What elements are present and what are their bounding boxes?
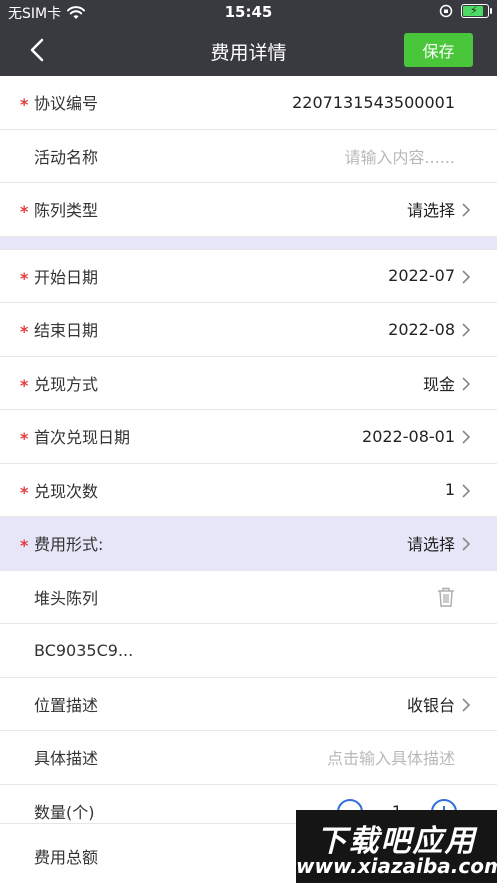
first-redeem-date-value: 2022-08-01 xyxy=(362,426,455,446)
save-button[interactable]: 保存 xyxy=(404,33,473,67)
display-code-row: BC9035C9... xyxy=(0,624,497,678)
detail-label: 具体描述 xyxy=(34,749,99,769)
chevron-right-icon xyxy=(462,269,471,284)
redeem-count-row[interactable]: * 兑现次数 1 xyxy=(0,463,497,517)
start-date-value: 2022-07 xyxy=(388,266,455,286)
chevron-right-icon xyxy=(462,203,471,217)
required-mark: * xyxy=(20,322,29,341)
required-mark: * xyxy=(20,202,29,221)
fee-form-row[interactable]: * 费用形式: 请选择 xyxy=(0,517,497,571)
redeem-count-label: 兑现次数 xyxy=(34,481,99,501)
location-row[interactable]: 位置描述 收银台 xyxy=(0,677,497,731)
quantity-label: 数量(个) xyxy=(34,802,95,822)
required-mark: * xyxy=(20,375,29,395)
section-divider xyxy=(0,236,497,250)
trash-icon[interactable] xyxy=(435,585,457,609)
watermark-logo: 下载吧应用 www.xiazaiba.com xyxy=(296,810,497,883)
watermark-url: www.xiazaiba.com xyxy=(296,854,497,878)
end-date-row[interactable]: * 结束日期 2022-08 xyxy=(0,303,497,357)
redeem-count-value: 1 xyxy=(444,480,455,500)
start-date-row[interactable]: * 开始日期 2022-07 xyxy=(0,249,497,303)
chevron-right-icon xyxy=(462,376,471,391)
status-bar: 无SIM卡 15:45 ⚡ xyxy=(0,0,497,24)
display-item-row: 堆头陈列 xyxy=(0,570,497,624)
detail-row[interactable]: 具体描述 点击输入具体描述 xyxy=(0,731,497,785)
required-mark: * xyxy=(20,429,29,448)
start-date-label: 开始日期 xyxy=(34,267,99,287)
agreement-number-row: * 协议编号 2207131543500001 xyxy=(0,76,497,130)
orientation-lock-icon xyxy=(439,4,453,18)
display-type-label: 陈列类型 xyxy=(34,201,99,221)
detail-input[interactable]: 点击输入具体描述 xyxy=(327,745,455,769)
required-mark: * xyxy=(20,268,29,288)
activity-name-input[interactable]: 请输入内容...... xyxy=(344,144,455,168)
required-mark: * xyxy=(20,536,29,555)
activity-name-label: 活动名称 xyxy=(34,147,99,167)
agreement-number-value: 2207131543500001 xyxy=(292,92,455,112)
status-time: 15:45 xyxy=(224,3,273,21)
required-mark: * xyxy=(20,482,29,502)
chevron-right-icon xyxy=(462,430,471,444)
display-type-row[interactable]: * 陈列类型 请选择 xyxy=(0,183,497,237)
chevron-right-icon xyxy=(462,537,471,551)
status-right: ⚡ xyxy=(439,4,492,18)
nav-bar: 费用详情 保存 xyxy=(0,24,497,76)
end-date-label: 结束日期 xyxy=(34,321,99,341)
total-label: 费用总额 xyxy=(34,848,99,867)
chevron-right-icon xyxy=(462,323,471,337)
redeem-method-value: 现金 xyxy=(422,374,455,394)
end-date-value: 2022-08 xyxy=(388,319,455,339)
battery-icon: ⚡ xyxy=(461,4,492,18)
display-item-label: 堆头陈列 xyxy=(34,588,99,608)
display-type-value: 请选择 xyxy=(406,201,455,221)
first-redeem-date-row[interactable]: * 首次兑现日期 2022-08-01 xyxy=(0,410,497,464)
location-label: 位置描述 xyxy=(34,695,99,715)
redeem-method-row[interactable]: * 兑现方式 现金 xyxy=(0,356,497,410)
redeem-method-label: 兑现方式 xyxy=(34,374,99,394)
required-mark: * xyxy=(20,95,29,114)
display-code-value: BC9035C9... xyxy=(34,640,134,660)
fee-form-label: 费用形式: xyxy=(34,535,104,555)
location-value: 收银台 xyxy=(406,695,455,715)
first-redeem-date-label: 首次兑现日期 xyxy=(34,428,131,448)
activity-name-row[interactable]: 活动名称 请输入内容...... xyxy=(0,129,497,183)
form-list: * 协议编号 2207131543500001 活动名称 请输入内容......… xyxy=(0,76,497,838)
agreement-number-label: 协议编号 xyxy=(34,94,99,114)
fee-form-value: 请选择 xyxy=(406,535,455,555)
chevron-right-icon xyxy=(462,697,471,712)
chevron-right-icon xyxy=(462,483,471,498)
